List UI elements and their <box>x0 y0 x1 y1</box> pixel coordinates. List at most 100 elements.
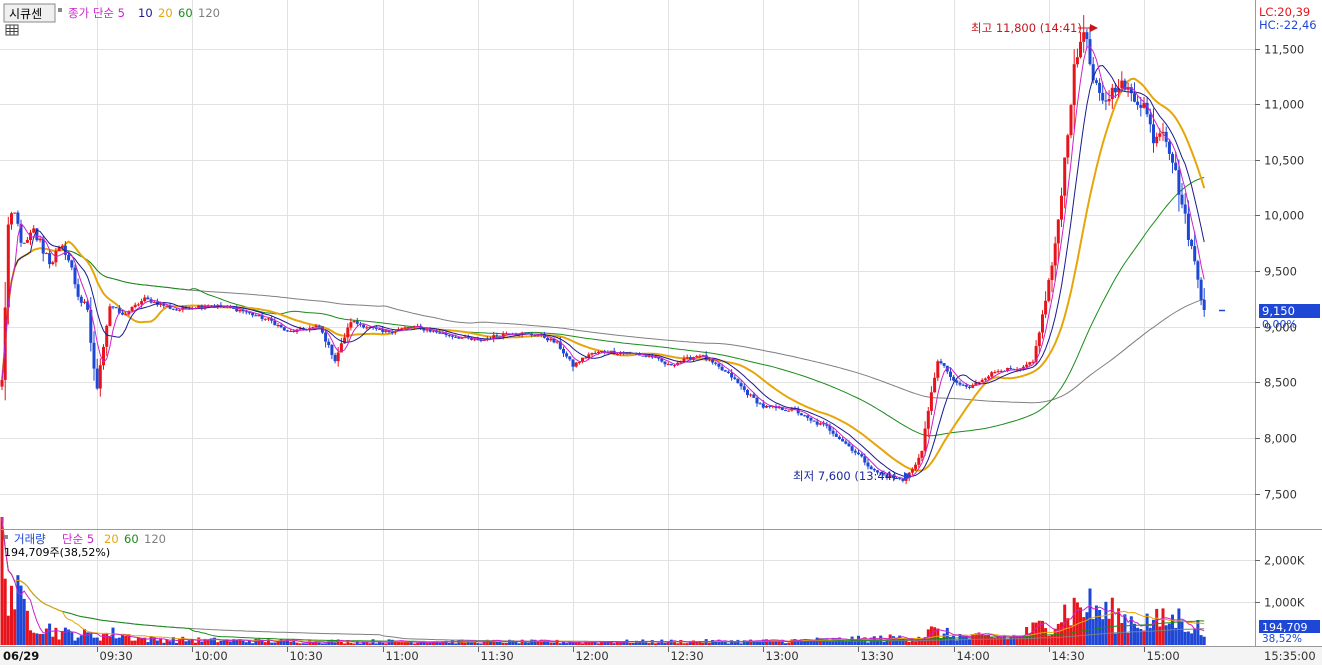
candle-body[interactable] <box>25 240 29 243</box>
volume-bar[interactable] <box>247 640 251 645</box>
volume-bar[interactable] <box>479 643 483 646</box>
volume-bar[interactable] <box>51 636 55 645</box>
candle-body[interactable] <box>863 456 867 463</box>
candle-body[interactable] <box>441 333 445 334</box>
candle-body[interactable] <box>1088 39 1092 65</box>
volume-bar[interactable] <box>92 637 96 645</box>
volume-bar[interactable] <box>530 639 534 645</box>
volume-bar[interactable] <box>124 636 128 645</box>
candle-body[interactable] <box>704 355 708 360</box>
candle-body[interactable] <box>276 325 280 326</box>
candle-body[interactable] <box>815 421 819 425</box>
volume-bar[interactable] <box>298 643 302 645</box>
volume-bar[interactable] <box>438 642 442 645</box>
volume-bar[interactable] <box>1094 605 1098 646</box>
ma10-legend[interactable]: 10 <box>138 6 153 20</box>
volume-bar[interactable] <box>612 643 616 645</box>
candle-body[interactable] <box>32 228 36 233</box>
candle-body[interactable] <box>495 335 499 337</box>
volume-bar[interactable] <box>907 641 911 645</box>
candle-body[interactable] <box>571 359 575 367</box>
candle-body[interactable] <box>10 213 13 225</box>
volume-bar[interactable] <box>425 643 429 645</box>
volume-bar[interactable] <box>853 641 857 645</box>
volume-bar[interactable] <box>343 643 347 645</box>
candle-body[interactable] <box>717 363 721 367</box>
candle-body[interactable] <box>314 325 318 328</box>
volume-bar[interactable] <box>412 643 416 646</box>
volume-bar[interactable] <box>654 643 657 645</box>
volume-bar[interactable] <box>1180 620 1184 645</box>
candle-body[interactable] <box>755 397 759 404</box>
candle-body[interactable] <box>108 306 112 326</box>
candle-body[interactable] <box>133 304 137 307</box>
volume-bar[interactable] <box>1133 623 1136 645</box>
candle-body[interactable] <box>0 379 4 387</box>
candle-body[interactable] <box>178 309 182 311</box>
candle-body[interactable] <box>324 332 328 342</box>
candle-body[interactable] <box>752 394 756 398</box>
volume-bar[interactable] <box>1155 608 1159 645</box>
candle-body[interactable] <box>1041 314 1044 333</box>
volume-bar[interactable] <box>311 642 315 645</box>
volume-bar[interactable] <box>619 642 623 646</box>
volume-bar[interactable] <box>1164 625 1168 645</box>
candle-body[interactable] <box>175 309 178 311</box>
volume-bar[interactable] <box>219 640 223 645</box>
volume-bar[interactable] <box>190 639 194 645</box>
volume-bar[interactable] <box>359 643 362 646</box>
candle-body[interactable] <box>171 308 175 310</box>
candle-body[interactable] <box>1044 300 1048 315</box>
volume-bar[interactable] <box>450 640 454 645</box>
volume-bar[interactable] <box>108 636 112 645</box>
candle-body[interactable] <box>996 371 1000 373</box>
candle-body[interactable] <box>1075 57 1079 65</box>
volume-bar[interactable] <box>197 637 201 646</box>
candle-body[interactable] <box>1053 243 1057 266</box>
candle-body[interactable] <box>850 446 854 451</box>
candle-body[interactable] <box>1094 80 1098 83</box>
volume-bar[interactable] <box>79 635 83 645</box>
candle-body[interactable] <box>818 423 822 425</box>
candle-body[interactable] <box>787 410 791 412</box>
volume-bar[interactable] <box>235 639 239 645</box>
volume-bar[interactable] <box>105 633 109 645</box>
volume-bar[interactable] <box>1196 620 1200 645</box>
candle-body[interactable] <box>1152 124 1155 144</box>
candle-body[interactable] <box>562 348 565 354</box>
stock-chart[interactable]: 7,500 8,000 8,500 9,000 9,500 10,000 10,500 11,… <box>0 0 1322 665</box>
volume-bar[interactable] <box>565 643 569 645</box>
candle-body[interactable] <box>1120 80 1124 89</box>
candle-body[interactable] <box>222 306 226 308</box>
volume-bar[interactable] <box>1174 627 1178 645</box>
volume-bar[interactable] <box>552 642 556 646</box>
candle-body[interactable] <box>1183 204 1187 214</box>
volume-bar[interactable] <box>1158 626 1162 646</box>
volume-bar[interactable] <box>463 642 467 645</box>
volume-bar[interactable] <box>121 635 124 645</box>
candle-body[interactable] <box>1186 213 1190 240</box>
candle-body[interactable] <box>282 327 286 331</box>
candle-body[interactable] <box>536 335 540 337</box>
candle-body[interactable] <box>438 332 442 334</box>
volume-bar[interactable] <box>1126 633 1130 645</box>
volume-bar[interactable] <box>273 642 277 646</box>
grid-icon[interactable] <box>5 24 19 36</box>
candle-body[interactable] <box>1037 332 1041 347</box>
volume-bar[interactable] <box>140 638 144 645</box>
candle-body[interactable] <box>939 361 943 364</box>
candle-body[interactable] <box>327 341 331 346</box>
volume-bar[interactable] <box>1091 619 1095 645</box>
candle-body[interactable] <box>831 430 835 434</box>
candle-body[interactable] <box>844 441 848 444</box>
volume-bar[interactable] <box>685 643 689 645</box>
volume-bar[interactable] <box>736 639 740 645</box>
candle-body[interactable] <box>933 377 937 393</box>
candle-body[interactable] <box>809 418 813 421</box>
volume-bar[interactable] <box>83 629 86 645</box>
volume-bar[interactable] <box>76 637 80 645</box>
volume-bar[interactable] <box>194 642 197 645</box>
candle-body[interactable] <box>1069 105 1073 136</box>
candle-body[interactable] <box>378 328 381 330</box>
candle-body[interactable] <box>121 312 124 315</box>
